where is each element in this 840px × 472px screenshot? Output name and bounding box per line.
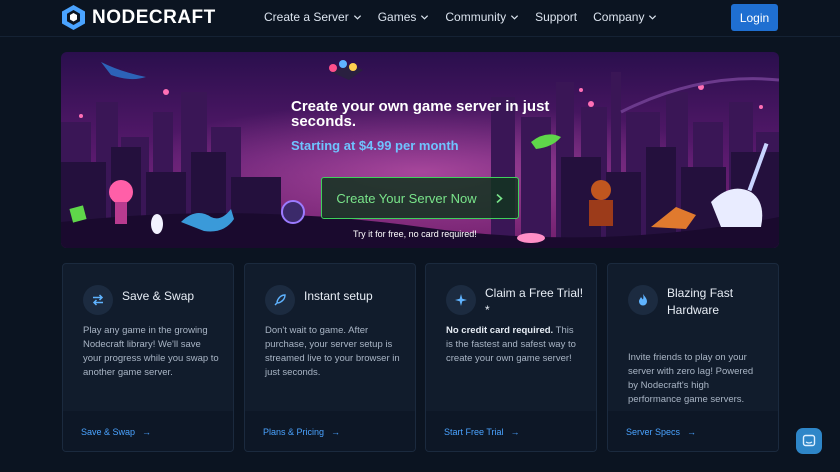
- card-icon-wrap: [83, 285, 113, 315]
- feature-card-instant-setup: Instant setup Don't wait to game. After …: [244, 263, 416, 452]
- menu-create-server-label: Create a Server: [264, 10, 349, 24]
- card-description: Invite friends to play on your server wi…: [628, 351, 764, 407]
- save-swap-link[interactable]: Save & Swap →: [81, 427, 151, 437]
- chevron-down-icon: [511, 14, 519, 20]
- menu-create-server[interactable]: Create a Server: [264, 10, 362, 24]
- card-title: Blazing Fast Hardware: [667, 286, 734, 317]
- plans-pricing-link[interactable]: Plans & Pricing →: [263, 427, 340, 437]
- login-button[interactable]: Login: [731, 4, 778, 31]
- card-title: Claim a Free Trial! *: [485, 286, 584, 317]
- hero-note: Try it for free, no card required!: [353, 229, 477, 239]
- plans-pricing-link-label: Plans & Pricing: [263, 427, 325, 437]
- card-description: No credit card required. This is the fas…: [446, 324, 582, 366]
- flame-icon: [639, 294, 647, 306]
- arrow-right-icon: →: [142, 427, 152, 437]
- feature-card-fast-hardware: Blazing Fast Hardware Invite friends to …: [607, 263, 779, 452]
- brand-name: NODECRAFT: [92, 6, 216, 28]
- card-description: Don't wait to game. After purchase, your…: [265, 324, 401, 380]
- logo[interactable]: NODECRAFT: [60, 4, 216, 31]
- chat-icon: [802, 434, 816, 447]
- create-server-button-label: Create Your Server Now: [336, 190, 477, 206]
- chevron-down-icon: [649, 14, 657, 20]
- feature-card-save-swap: Save & Swap Play any game in the growing…: [62, 263, 234, 452]
- rocket-icon: [274, 294, 286, 306]
- menu-community-label: Community: [445, 10, 507, 24]
- top-nav: NODECRAFT Create a Server Games Communit…: [0, 0, 840, 37]
- card-icon-wrap: [446, 285, 476, 315]
- card-icon-wrap: [265, 285, 295, 315]
- create-server-button[interactable]: Create Your Server Now: [321, 177, 519, 219]
- chevron-down-icon: [421, 14, 429, 20]
- menu-games-label: Games: [377, 10, 417, 24]
- hero-banner: Create your own game server in just seco…: [61, 52, 779, 248]
- swap-arrows-icon: [92, 294, 104, 306]
- menu-community[interactable]: Community: [445, 10, 519, 24]
- feature-card-free-trial: Claim a Free Trial! * No credit card req…: [425, 263, 597, 452]
- card-description-text: Don't wait to game. After purchase, your…: [265, 325, 400, 378]
- arrow-right-icon: →: [331, 427, 341, 437]
- menu-games[interactable]: Games: [378, 10, 430, 24]
- card-description: Play any game in the growing Nodecraft l…: [83, 324, 219, 380]
- chevron-right-icon: [496, 193, 503, 203]
- start-free-trial-link[interactable]: Start Free Trial →: [444, 427, 520, 437]
- card-description-text: Invite friends to play on your server wi…: [628, 352, 754, 405]
- server-specs-link-label: Server Specs: [626, 427, 681, 437]
- main-menu: Create a Server Games Community Support …: [264, 10, 657, 24]
- menu-support[interactable]: Support: [535, 10, 577, 24]
- chevron-down-icon: [353, 14, 361, 20]
- hero-title: Create your own game server in just seco…: [291, 98, 550, 130]
- card-description-bold: No credit card required.: [446, 325, 554, 336]
- arrow-right-icon: →: [687, 427, 697, 437]
- nodecraft-logo-icon: [62, 5, 85, 30]
- menu-company-label: Company: [593, 10, 645, 24]
- chat-widget-button[interactable]: [796, 428, 822, 454]
- card-icon-wrap: [628, 285, 658, 315]
- server-specs-link[interactable]: Server Specs →: [626, 427, 696, 437]
- menu-company[interactable]: Company: [593, 10, 657, 24]
- save-swap-link-label: Save & Swap: [81, 427, 136, 437]
- menu-support-label: Support: [535, 10, 578, 24]
- start-free-trial-link-label: Start Free Trial: [444, 427, 504, 437]
- card-description-text: Play any game in the growing Nodecraft l…: [83, 325, 219, 378]
- sparkle-icon: [455, 294, 467, 306]
- card-title: Save & Swap: [122, 289, 195, 303]
- arrow-right-icon: →: [510, 427, 520, 437]
- card-title: Instant setup: [304, 289, 373, 303]
- hero-subtitle: Starting at $4.99 per month: [291, 138, 459, 153]
